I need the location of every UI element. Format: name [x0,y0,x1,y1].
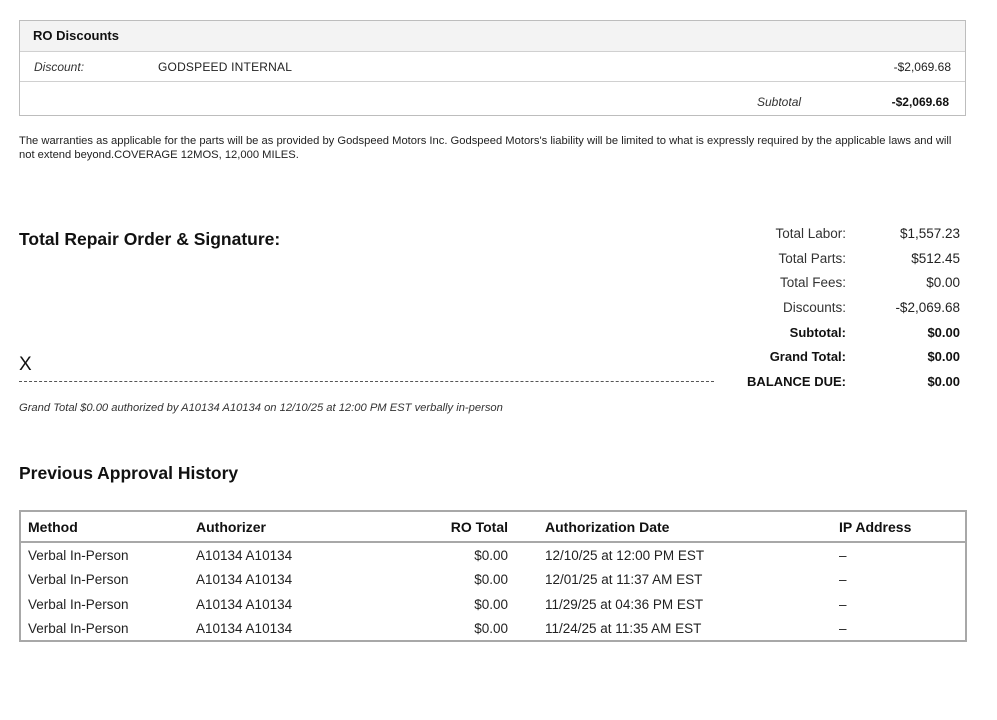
cell-authorizer: A10134 A10134 [196,572,293,588]
table-row: Verbal In-Person A10134 A10134 $0.00 11/… [21,592,965,617]
signature-x-mark: X [19,354,32,375]
balance-due-label: BALANCE DUE: [747,373,846,389]
cell-ro-total: $0.00 [474,621,508,637]
signature-line [19,381,714,382]
totals-row: Grand Total: $0.00 [700,344,960,369]
table-row: Verbal In-Person A10134 A10134 $0.00 12/… [21,568,965,593]
totals-row: Subtotal: $0.00 [700,320,960,345]
cell-method: Verbal In-Person [28,621,129,637]
authorization-note: Grand Total $0.00 authorized by A10134 A… [19,402,503,414]
approval-history-panel: Method Authorizer RO Total Authorization… [19,510,967,642]
total-labor-value: $1,557.23 [899,225,960,241]
totals-row: Discounts: -$2,069.68 [700,295,960,320]
table-row: Verbal In-Person A10134 A10134 $0.00 12/… [21,542,965,568]
total-labor-label: Total Labor: [775,225,846,241]
cell-ro-total: $0.00 [474,596,508,612]
total-fees-label: Total Fees: [779,275,846,291]
cell-method: Verbal In-Person [28,572,129,588]
discount-subtotal-row: Subtotal -$2,069.68 [20,82,965,116]
cell-ro-total: $0.00 [474,572,508,588]
discount-amount: -$2,069.68 [893,60,951,74]
cell-authorization-date: 11/29/25 at 04:36 PM EST [545,596,704,612]
table-row: Verbal In-Person A10134 A10134 $0.00 11/… [21,617,965,642]
total-parts-value: $512.45 [911,250,960,266]
balance-due-value: $0.00 [927,373,960,389]
cell-authorizer: A10134 A10134 [196,596,293,612]
column-header-authorizer: Authorizer [196,512,396,543]
total-parts-label: Total Parts: [778,250,846,266]
subtotal-value: $0.00 [927,324,960,340]
discount-name: GODSPEED INTERNAL [158,60,293,74]
cell-ip-address: – [839,596,847,612]
cell-ip-address: – [839,621,847,637]
approval-history-title: Previous Approval History [19,463,239,483]
totals-row: Total Parts: $512.45 [700,246,960,271]
ro-discounts-title: RO Discounts [20,21,965,52]
discounts-value: -$2,069.68 [895,299,960,315]
cell-ro-total: $0.00 [474,547,508,563]
cell-ip-address: – [839,547,847,563]
cell-authorizer: A10134 A10134 [196,621,293,637]
totals-row: Total Labor: $1,557.23 [700,221,960,246]
ro-discounts-panel: RO Discounts Discount: GODSPEED INTERNAL… [19,20,966,116]
totals-row: BALANCE DUE: $0.00 [700,369,960,394]
discount-subtotal-amount: -$2,069.68 [891,95,949,109]
discounts-label: Discounts: [782,299,846,315]
discount-row: Discount: GODSPEED INTERNAL -$2,069.68 [20,52,965,82]
signature-title: Total Repair Order & Signature: [19,229,281,249]
totals-row: Total Fees: $0.00 [700,270,960,295]
totals-table: Total Labor: $1,557.23 Total Parts: $512… [700,221,960,394]
discount-label: Discount: [34,60,85,74]
cell-method: Verbal In-Person [28,596,129,612]
cell-authorization-date: 12/10/25 at 12:00 PM EST [545,547,705,563]
history-header-row: Method Authorizer RO Total Authorization… [21,512,965,543]
cell-authorizer: A10134 A10134 [196,547,293,563]
grand-total-label: Grand Total: [769,349,846,365]
cell-method: Verbal In-Person [28,547,129,563]
column-header-ro-total: RO Total [396,512,545,543]
warranty-text: The warranties as applicable for the par… [19,135,952,161]
discount-subtotal-label: Subtotal [757,95,802,109]
subtotal-label: Subtotal: [789,324,846,340]
cell-authorization-date: 12/01/25 at 11:37 AM EST [545,572,703,588]
column-header-method: Method [21,512,196,543]
total-fees-value: $0.00 [926,275,960,291]
approval-history-table: Method Authorizer RO Total Authorization… [21,512,965,641]
grand-total-value: $0.00 [927,349,960,365]
column-header-authorization-date: Authorization Date [545,512,839,543]
cell-authorization-date: 11/24/25 at 11:35 AM EST [545,621,702,637]
cell-ip-address: – [839,572,847,588]
column-header-ip-address: IP Address [839,512,965,543]
